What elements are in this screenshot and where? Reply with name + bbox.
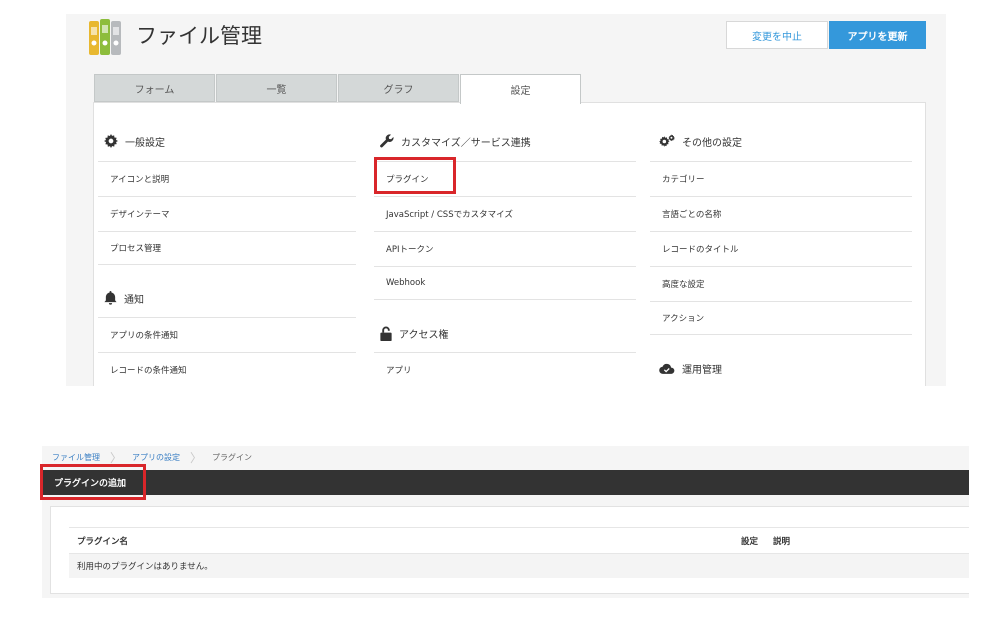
section-title: 通知	[124, 294, 144, 306]
setting-api-token[interactable]: APIトークン	[374, 231, 636, 265]
general-settings-heading: 一般設定	[104, 129, 165, 153]
plugin-table-container: プラグイン名 設定 説明 利用中のプラグインはありません。	[50, 506, 969, 594]
tab-list[interactable]: 一覧	[216, 74, 337, 102]
chevron-right-icon: 〉	[110, 450, 123, 465]
access-heading: アクセス権	[380, 321, 449, 345]
setting-action[interactable]: アクション	[650, 301, 912, 335]
settings-content: 一般設定 アイコンと説明 デザインテーマ プロセス管理 通知 アプリの条件通知 …	[93, 102, 926, 386]
setting-record-condition-notification[interactable]: レコードの条件通知	[98, 352, 356, 386]
table-header-row: プラグイン名 設定 説明	[69, 527, 969, 553]
breadcrumb-app[interactable]: ファイル管理	[42, 452, 110, 463]
setting-design-theme[interactable]: デザインテーマ	[98, 196, 356, 230]
cancel-changes-button[interactable]: 変更を中止	[726, 21, 828, 49]
app-settings-panel: ファイル管理 変更を中止 アプリを更新 フォーム 一覧 グラフ 設定 一般設定 …	[66, 14, 946, 386]
setting-process-management[interactable]: プロセス管理	[98, 231, 356, 265]
plugin-highlight-box	[374, 157, 456, 194]
setting-category[interactable]: カテゴリー	[650, 161, 912, 195]
wrench-icon	[380, 134, 394, 148]
toolbar	[42, 470, 969, 495]
setting-icon-description[interactable]: アイコンと説明	[98, 161, 356, 195]
section-title: その他の設定	[682, 137, 742, 149]
section-title: 一般設定	[125, 137, 165, 149]
chevron-right-icon: 〉	[190, 450, 203, 465]
bell-icon	[104, 291, 117, 305]
gear-icon	[104, 134, 118, 148]
breadcrumb-plugin: プラグイン	[212, 452, 253, 462]
tab-graph[interactable]: グラフ	[338, 74, 459, 102]
setting-app-condition-notification[interactable]: アプリの条件通知	[98, 317, 356, 351]
notification-heading: 通知	[104, 286, 144, 310]
column-plugin-name: プラグイン名	[77, 536, 129, 547]
app-title: ファイル管理	[136, 24, 262, 48]
column-description: 説明	[773, 536, 791, 547]
setting-javascript-css[interactable]: JavaScript / CSSでカスタマイズ	[374, 196, 636, 230]
cloud-icon	[659, 363, 675, 374]
empty-message-row: 利用中のプラグインはありません。	[69, 553, 969, 578]
add-plugin-highlight-box	[40, 464, 146, 500]
lock-icon	[380, 326, 392, 341]
binders-icon	[88, 17, 126, 57]
setting-advanced[interactable]: 高度な設定	[650, 266, 912, 300]
customize-heading: カスタマイズ／サービス連携	[380, 129, 531, 153]
setting-app-access[interactable]: アプリ	[374, 352, 636, 386]
plugin-settings-panel: ファイル管理 〉 アプリの設定 〉 プラグイン プラグインの追加 プラグイン名 …	[42, 446, 969, 598]
operation-heading: 運用管理	[659, 356, 722, 380]
setting-webhook[interactable]: Webhook	[374, 266, 636, 300]
section-title: 運用管理	[682, 364, 722, 376]
breadcrumb-app-settings[interactable]: アプリの設定	[122, 452, 190, 463]
gears-icon	[659, 133, 675, 147]
section-title: アクセス権	[399, 329, 449, 341]
plugin-table: プラグイン名 設定 説明 利用中のプラグインはありません。	[69, 527, 969, 578]
tab-form[interactable]: フォーム	[94, 74, 215, 102]
other-settings-heading: その他の設定	[659, 129, 742, 153]
tab-settings[interactable]: 設定	[460, 74, 581, 104]
update-app-button[interactable]: アプリを更新	[829, 21, 926, 49]
section-title: カスタマイズ／サービス連携	[401, 137, 531, 149]
setting-record-title[interactable]: レコードのタイトル	[650, 231, 912, 265]
column-settings: 設定	[741, 536, 759, 547]
setting-language-names[interactable]: 言語ごとの名称	[650, 196, 912, 230]
